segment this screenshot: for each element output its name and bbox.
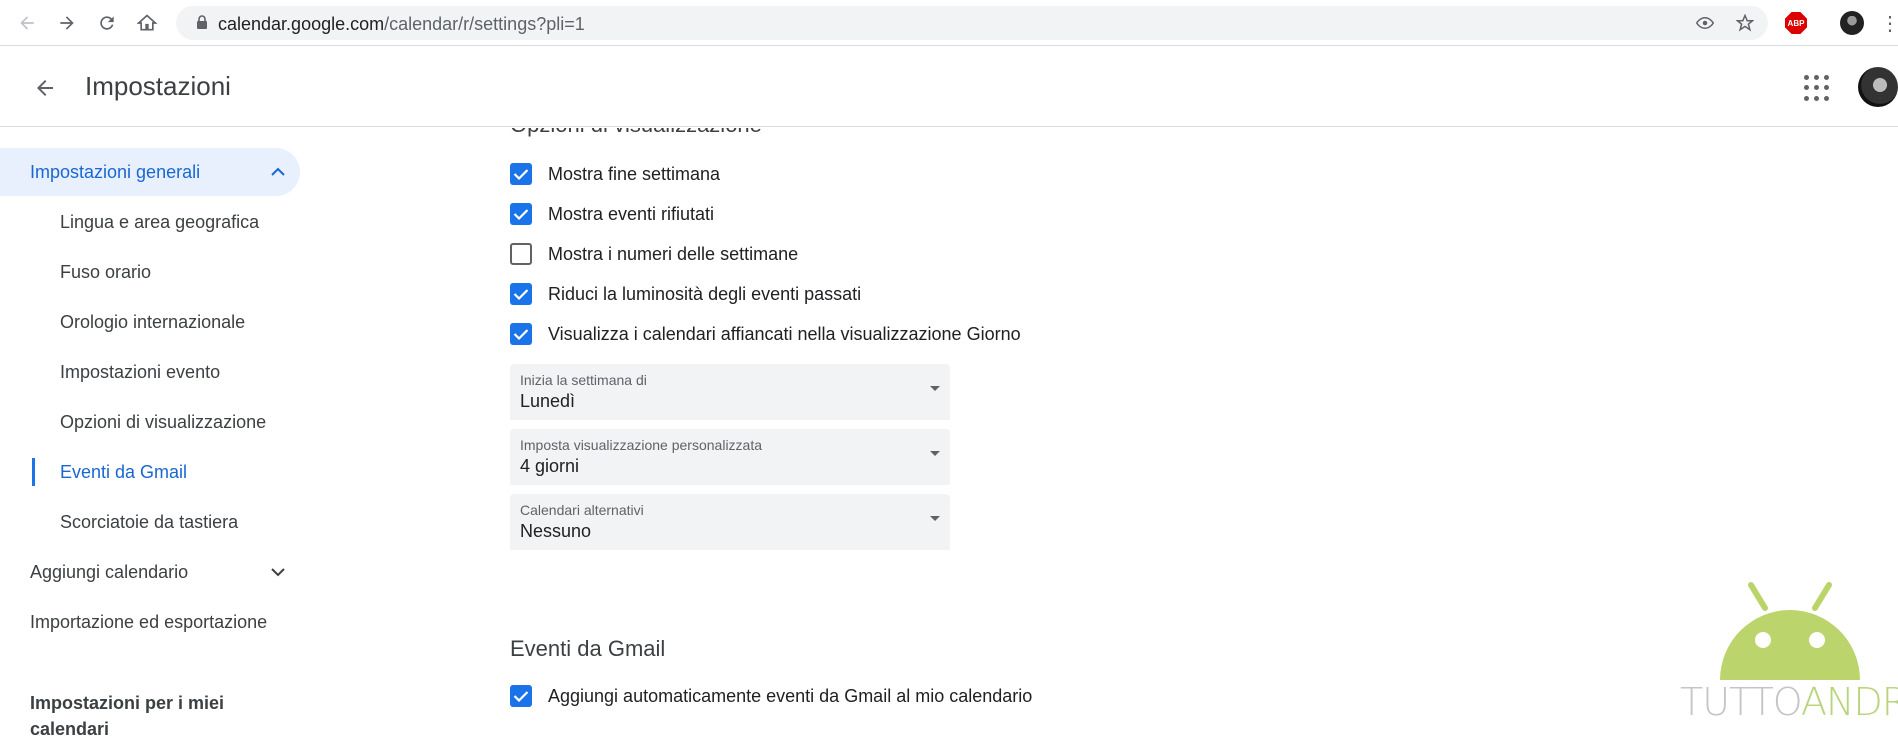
checkbox-checked[interactable] — [510, 203, 532, 225]
week-start-select[interactable]: Inizia la settimana di Lunedì — [510, 364, 950, 420]
chevron-up-icon — [268, 162, 288, 182]
sidebar-item-general[interactable]: Impostazioni generali — [0, 148, 300, 196]
section-heading-view-options: Opzioni di visualizzazione — [510, 128, 762, 138]
custom-view-select[interactable]: Imposta visualizzazione personalizzata 4… — [510, 429, 950, 485]
android-logo-icon — [1720, 582, 1860, 680]
sidebar-section-my-calendars: Impostazioni per i miei calendari — [30, 693, 225, 736]
checkbox-row[interactable]: Mostra i numeri delle settimane — [510, 239, 798, 269]
profile-icon[interactable] — [1838, 9, 1866, 37]
checkbox-row[interactable]: Riduci la luminosità degli eventi passat… — [510, 279, 861, 309]
dropdown-arrow-icon — [930, 516, 940, 521]
more-vert-icon[interactable]: ⋮ — [1876, 9, 1898, 37]
url-text: calendar.google.com/calendar/r/settings?… — [218, 14, 585, 34]
sidebar-item-add-calendar[interactable]: Aggiungi calendario — [0, 548, 300, 596]
checkbox-row[interactable]: Visualizza i calendari affiancati nella … — [510, 319, 1021, 349]
tuttoandroid-watermark: TUTTOANDROID — [1670, 580, 1898, 730]
sidebar-item-import-export[interactable]: Importazione ed esportazione — [0, 598, 300, 646]
settings-main: Opzioni di visualizzazione Mostra fine s… — [320, 128, 1898, 736]
settings-sidebar: Impostazioni generali Lingua e area geog… — [0, 128, 320, 736]
browser-toolbar: calendar.google.com/calendar/r/settings?… — [0, 0, 1898, 46]
apps-grid-icon[interactable] — [1804, 75, 1830, 101]
address-bar[interactable]: calendar.google.com/calendar/r/settings?… — [176, 6, 1768, 40]
checkbox-checked[interactable] — [510, 163, 532, 185]
checkbox-row[interactable]: Mostra fine settimana — [510, 159, 720, 189]
star-icon[interactable] — [1734, 12, 1756, 34]
arrow-back-icon[interactable] — [30, 73, 60, 103]
checkbox-checked[interactable] — [510, 283, 532, 305]
avatar[interactable] — [1858, 67, 1898, 107]
alternate-calendars-select[interactable]: Calendari alternativi Nessuno — [510, 494, 950, 550]
forward-icon[interactable] — [52, 8, 82, 38]
sidebar-item-event-settings[interactable]: Impostazioni evento — [0, 348, 300, 396]
watermark-text: TUTTOANDROID — [1680, 680, 1898, 724]
sidebar-item-keyboard-shortcuts[interactable]: Scorciatoie da tastiera — [0, 498, 300, 546]
sidebar-item-view-options[interactable]: Opzioni di visualizzazione — [0, 398, 300, 446]
sidebar-item-language[interactable]: Lingua e area geografica — [0, 198, 300, 246]
checkbox-unchecked[interactable] — [510, 243, 532, 265]
home-icon[interactable] — [132, 8, 162, 38]
reload-icon[interactable] — [92, 8, 122, 38]
checkbox-row[interactable]: Mostra eventi rifiutati — [510, 199, 714, 229]
section-heading-gmail-events: Eventi da Gmail — [510, 636, 666, 661]
page-title: Impostazioni — [85, 71, 231, 101]
dropdown-arrow-icon — [930, 386, 940, 391]
app-header: Impostazioni — [0, 47, 1898, 127]
adblock-icon[interactable]: ABP — [1782, 9, 1810, 37]
eye-icon[interactable] — [1694, 12, 1716, 34]
back-icon[interactable] — [12, 8, 42, 38]
checkbox-checked[interactable] — [510, 685, 532, 707]
checkbox-row[interactable]: Aggiungi automaticamente eventi da Gmail… — [510, 681, 1032, 711]
dropdown-arrow-icon — [930, 451, 940, 456]
sidebar-item-timezone[interactable]: Fuso orario — [0, 248, 300, 296]
lock-icon — [196, 15, 208, 35]
chevron-down-icon — [268, 562, 288, 582]
sidebar-item-gmail-events[interactable]: Eventi da Gmail — [0, 448, 300, 496]
checkbox-checked[interactable] — [510, 323, 532, 345]
sidebar-item-world-clock[interactable]: Orologio internazionale — [0, 298, 300, 346]
